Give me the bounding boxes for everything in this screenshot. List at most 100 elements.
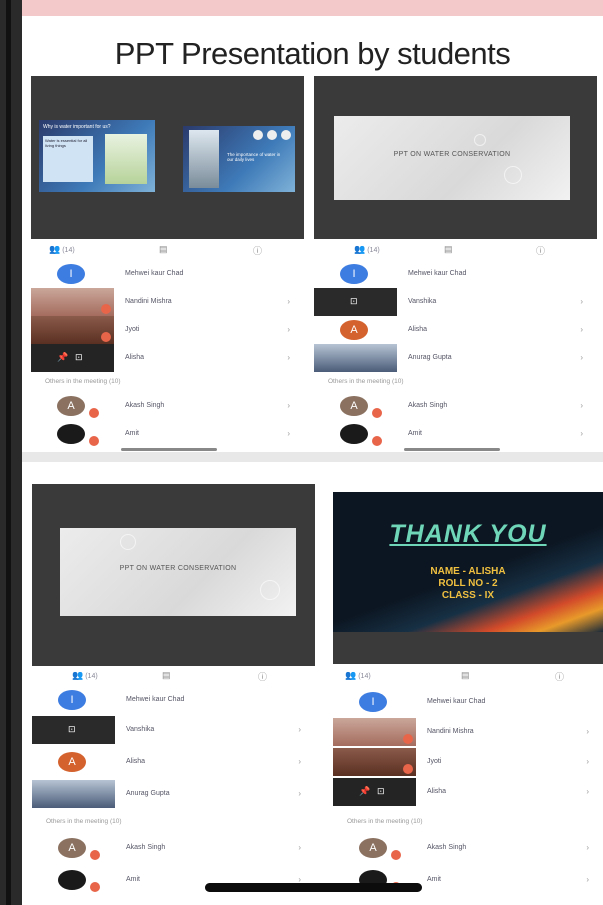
participant-name: Alisha: [126, 758, 146, 765]
participant-row[interactable]: A Akash Singh ›: [31, 392, 304, 420]
tab-chat[interactable]: ▤: [159, 244, 170, 255]
participant-row[interactable]: Amit ›: [314, 420, 597, 448]
chevron-right-icon[interactable]: ›: [586, 787, 589, 796]
chevron-right-icon[interactable]: ›: [580, 325, 583, 334]
tab-people[interactable]: 👥 (14): [354, 244, 380, 255]
chevron-right-icon[interactable]: ›: [287, 297, 290, 306]
avatar: A: [340, 320, 368, 340]
participant-name: Amit: [408, 430, 422, 437]
tab-people-count: (14): [85, 673, 98, 680]
avatar: I: [340, 264, 368, 284]
participant-row[interactable]: Anurag Gupta ›: [32, 780, 315, 808]
meeting-tabs: 👥 (14) ▤ ⓘ: [333, 670, 603, 686]
slide-roll-line: ROLL NO - 2: [438, 578, 498, 589]
avatar: A: [58, 752, 86, 772]
slide-decoration: [120, 534, 136, 550]
chevron-right-icon[interactable]: ›: [287, 325, 290, 334]
screenshot-panel-2: PPT ON WATER CONSERVATION 👥 (14) ▤ ⓘ I Me…: [314, 76, 597, 452]
avatar: A: [57, 396, 85, 416]
slide-credits: NAME - ALISHA ROLL NO - 2 CLASS - IX: [333, 566, 603, 602]
tab-info[interactable]: ⓘ: [555, 670, 566, 683]
chevron-right-icon[interactable]: ›: [298, 725, 301, 734]
avatar: [340, 424, 368, 444]
chevron-right-icon[interactable]: ›: [298, 789, 301, 798]
slide-title: THANK YOU: [389, 520, 547, 548]
chevron-right-icon[interactable]: ›: [287, 429, 290, 438]
chevron-right-icon[interactable]: ›: [287, 353, 290, 362]
present-icon[interactable]: ⊡: [75, 352, 83, 363]
participant-row[interactable]: A Alisha ›: [314, 316, 597, 344]
chevron-right-icon[interactable]: ›: [580, 297, 583, 306]
present-icon[interactable]: ⊡: [68, 724, 76, 735]
participant-row[interactable]: 📌 ⊡ Alisha ›: [31, 344, 304, 372]
participant-name: Mehwei kaur Chad: [408, 270, 467, 277]
participant-row[interactable]: 📌 ⊡ Alisha ›: [333, 778, 603, 806]
participant-row[interactable]: A Alisha ›: [32, 748, 315, 776]
participant-video: [32, 780, 115, 808]
chevron-right-icon[interactable]: ›: [287, 401, 290, 410]
participant-name: Akash Singh: [408, 402, 448, 409]
meeting-tabs: 👥 (14) ▤ ⓘ: [31, 244, 304, 260]
slide-thumbnail: Why is water important for us? Water is …: [39, 120, 155, 192]
tab-chat[interactable]: ▤: [444, 244, 455, 255]
chevron-right-icon[interactable]: ›: [298, 843, 301, 852]
participant-row[interactable]: ⊡ Vanshika ›: [32, 716, 315, 744]
chevron-right-icon[interactable]: ›: [586, 875, 589, 884]
participant-row[interactable]: A Akash Singh ›: [314, 392, 597, 420]
participant-row[interactable]: Nandini Mishra ›: [31, 288, 304, 316]
participant-row[interactable]: I Mehwei kaur Chad: [314, 260, 597, 288]
tab-people[interactable]: 👥 (14): [72, 670, 98, 681]
avatar: A: [359, 838, 387, 858]
sheet-gap: [22, 452, 603, 462]
tab-chat[interactable]: ▤: [461, 670, 472, 681]
participant-row[interactable]: I Mehwei kaur Chad: [31, 260, 304, 288]
pin-icon[interactable]: 📌: [359, 786, 370, 797]
participant-row[interactable]: A Akash Singh ›: [32, 834, 315, 862]
chevron-right-icon[interactable]: ›: [580, 429, 583, 438]
chevron-right-icon[interactable]: ›: [298, 757, 301, 766]
scrollbar[interactable]: [121, 448, 217, 451]
tab-info[interactable]: ⓘ: [258, 670, 269, 683]
screenshot-panel-1: Why is water important for us? Water is …: [31, 76, 304, 452]
chevron-right-icon[interactable]: ›: [586, 727, 589, 736]
present-icon[interactable]: ⊡: [350, 296, 358, 307]
avatar: [57, 424, 85, 444]
participant-row[interactable]: I Mehwei kaur Chad: [32, 686, 315, 714]
chevron-right-icon[interactable]: ›: [580, 401, 583, 410]
chat-icon: ▤: [461, 670, 470, 680]
participant-row[interactable]: Jyoti ›: [31, 316, 304, 344]
chevron-right-icon[interactable]: ›: [580, 353, 583, 362]
participant-row[interactable]: ⊡ Vanshika ›: [314, 288, 597, 316]
mic-off-icon: [90, 882, 100, 892]
mic-off-icon: [403, 764, 413, 774]
shared-screen: THANK YOU NAME - ALISHA ROLL NO - 2 CLAS…: [333, 492, 603, 664]
tab-info[interactable]: ⓘ: [536, 244, 547, 257]
video-tile-icon: [281, 130, 291, 140]
participant-row[interactable]: Anurag Gupta ›: [314, 344, 597, 372]
slide-image: [105, 134, 147, 184]
participant-row[interactable]: Nandini Mishra ›: [333, 718, 603, 746]
participant-name: Jyoti: [125, 326, 140, 333]
shared-screen: PPT ON WATER CONSERVATION: [314, 76, 597, 239]
pin-icon[interactable]: 📌: [57, 352, 68, 363]
mic-off-icon: [391, 850, 401, 860]
tab-people[interactable]: 👥 (14): [345, 670, 371, 681]
chevron-right-icon[interactable]: ›: [586, 843, 589, 852]
tab-people[interactable]: 👥 (14): [49, 244, 75, 255]
home-indicator[interactable]: [205, 883, 422, 892]
participant-name: Akash Singh: [427, 844, 467, 851]
tab-chat[interactable]: ▤: [162, 670, 173, 681]
avatar: A: [340, 396, 368, 416]
video-controls: ⊡: [32, 716, 115, 744]
scrollbar[interactable]: [404, 448, 500, 451]
slide-text: Why is water important for us?: [43, 124, 111, 130]
chevron-right-icon[interactable]: ›: [586, 757, 589, 766]
slide-text: The importance of water in our daily liv…: [227, 152, 281, 162]
participant-row[interactable]: A Akash Singh ›: [333, 834, 603, 862]
participant-row[interactable]: Amit ›: [31, 420, 304, 448]
participant-row[interactable]: I Mehwei kaur Chad: [333, 688, 603, 716]
participant-row[interactable]: Jyoti ›: [333, 748, 603, 776]
tab-info[interactable]: ⓘ: [253, 244, 264, 257]
mic-off-icon: [101, 332, 111, 342]
present-icon[interactable]: ⊡: [377, 786, 385, 797]
